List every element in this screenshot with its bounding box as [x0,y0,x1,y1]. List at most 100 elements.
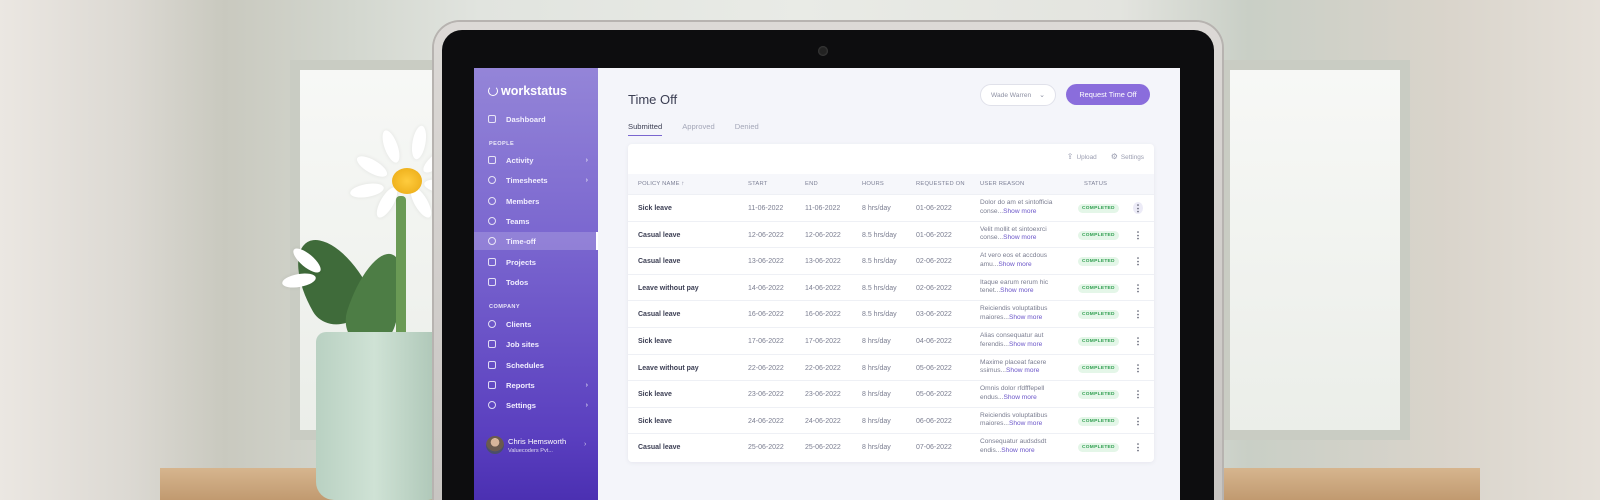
table-row[interactable]: Casual leave 25-06-2022 25-06-2022 8 hrs/da… [628,433,1154,460]
cell-start: 24-06-2022 [748,417,784,425]
column-header-reason[interactable]: USER REASON [980,181,1024,187]
more-options-icon[interactable]: ⋮ [1133,362,1143,374]
show-more-link[interactable]: Show more [1003,208,1036,215]
sidebar-item-label: Clients [506,319,532,329]
sidebar-item-label: Activity [506,155,534,165]
cell-end: 23-06-2022 [805,391,841,399]
cell-policy: Sick leave [638,391,672,399]
cell-start: 11-06-2022 [748,205,784,212]
user-select-value: Wade Warren [991,91,1032,99]
user-name: Chris Hemsworth [508,436,567,446]
brand-logo[interactable]: workstatus [488,84,567,98]
more-options-icon[interactable]: ⋮ [1133,282,1143,294]
tab-denied[interactable]: Denied [735,122,759,136]
sidebar-item-clients[interactable]: Clients [474,315,598,333]
more-options-icon[interactable]: ⋮ [1133,255,1143,267]
cell-hours: 8 hrs/day [862,444,891,452]
sidebar-item-label: Timesheets [506,175,548,185]
sidebar-item-dashboard[interactable]: Dashboard [474,110,598,128]
tab-approved[interactable]: Approved [682,122,715,136]
sidebar-item-schedules[interactable]: Schedules [474,356,598,374]
more-options-icon[interactable]: ⋮ [1133,415,1143,427]
webcam-icon [818,46,828,56]
status-badge: COMPLETED [1078,337,1119,346]
cell-hours: 8 hrs/day [862,417,891,425]
sidebar-item-activity[interactable]: Activity › [474,151,598,169]
status-badge: COMPLETED [1078,257,1119,267]
more-options-icon[interactable]: ⋮ [1133,202,1143,214]
table-row[interactable]: Sick leave 24-06-2022 24-06-2022 8 hrs/day 0… [628,406,1154,434]
cell-reason: Itaque earum rerum hic tenet...Show more [980,279,1070,296]
column-header-status[interactable]: STATUS [1084,181,1107,187]
cell-end: 12-06-2022 [805,231,841,239]
sidebar-item-reports[interactable]: Reports › [474,376,598,394]
sidebar-item-members[interactable]: Members [474,192,598,210]
column-header-policy[interactable]: POLICY NAME ↑ [638,181,685,187]
clock-icon [488,176,496,184]
cell-reason: Velit mollit et sintoexrci conse...Show … [980,226,1070,243]
show-more-link[interactable]: Show more [1003,394,1036,401]
sidebar-item-teams[interactable]: Teams [474,212,598,230]
column-header-start[interactable]: START [748,181,767,187]
show-more-link[interactable]: Show more [998,261,1031,268]
column-header-requested[interactable]: REQUESTED ON [916,181,965,187]
teams-icon [488,217,496,225]
column-header-end[interactable]: END [805,181,818,187]
settings-button[interactable]: ⚙ Settings [1111,152,1144,161]
cell-policy: Leave without pay [638,364,699,372]
current-user[interactable]: Chris Hemsworth Valuecoders Pvt... [486,436,566,454]
cell-hours: 8.5 hrs/day [862,311,897,319]
table-row[interactable]: Casual leave 13-06-2022 13-06-2022 8.5 hrs/… [628,247,1154,274]
cell-policy: Casual leave [638,444,681,452]
avatar [486,436,504,454]
cell-requested-on: 03-06-2022 [916,311,952,319]
status-badge: COMPLETED [1078,310,1119,320]
sidebar-item-job-sites[interactable]: Job sites [474,335,598,353]
cell-policy: Sick leave [638,205,672,212]
table-row[interactable]: Leave without pay 14-06-2022 14-06-2022 8.5… [628,273,1154,301]
cell-reason: Reiciendis voluptatibus maiores...Show m… [980,412,1070,429]
show-more-link[interactable]: Show more [1003,234,1036,241]
sidebar-item-settings[interactable]: Settings › [474,396,598,414]
status-badge: COMPLETED [1078,363,1119,373]
sidebar-item-label: Settings [506,400,536,410]
cell-reason: Maxime placeat facere ssimus...Show more [980,359,1070,376]
table-row[interactable]: Casual leave 16-06-2022 16-06-2022 8.5 hrs/… [628,300,1154,327]
cell-policy: Sick leave [638,417,672,425]
sidebar-item-projects[interactable]: Projects [474,253,598,271]
table-row[interactable]: Casual leave 12-06-2022 12-06-2022 8.5 hrs/… [628,220,1154,248]
more-options-icon[interactable]: ⋮ [1133,308,1143,320]
cell-end: 25-06-2022 [805,444,841,452]
more-options-icon[interactable]: ⋮ [1133,441,1143,453]
column-header-hours[interactable]: HOURS [862,181,884,187]
sidebar-item-time-off[interactable]: Time-off [474,232,598,250]
more-options-icon[interactable]: ⋮ [1133,335,1143,347]
table-row[interactable]: Sick leave 17-06-2022 17-06-2022 8 hrs/day 0… [628,327,1154,354]
sidebar-item-label: Teams [506,216,530,226]
folder-icon [488,258,496,266]
show-more-link[interactable]: Show more [1009,314,1042,321]
cell-reason: Reiciendis voluptatibus maiores...Show m… [980,305,1070,322]
sidebar-item-todos[interactable]: Todos [474,273,598,291]
table-row[interactable]: Sick leave 23-06-2022 23-06-2022 8 hrs/day 0… [628,380,1154,407]
building-icon [488,340,496,348]
upload-button[interactable]: ⇪ Upload [1067,152,1097,161]
request-time-off-button[interactable]: Request Time Off [1066,84,1150,105]
show-more-link[interactable]: Show more [1009,341,1042,348]
show-more-link[interactable]: Show more [1009,420,1042,427]
gear-icon [488,401,496,409]
sidebar-item-label: Dashboard [506,114,546,124]
table-row[interactable]: Leave without pay 22-06-2022 22-06-2022 8 h… [628,353,1154,381]
cell-reason: Consequatur audsdsdt endis...Show more [980,438,1070,455]
show-more-link[interactable]: Show more [1006,367,1039,374]
more-options-icon[interactable]: ⋮ [1133,229,1143,241]
table-row[interactable]: Sick leave 11-06-2022 11-06-2022 8 hrs/day 0… [628,194,1154,221]
tab-submitted[interactable]: Submitted [628,122,663,136]
chevron-right-icon[interactable]: › [584,441,586,448]
user-select[interactable]: Wade Warren ⌄ [980,84,1056,106]
show-more-link[interactable]: Show more [1000,287,1033,294]
table-header: POLICY NAME ↑ START END HOURS REQUESTED … [628,174,1154,194]
more-options-icon[interactable]: ⋮ [1133,388,1143,400]
sidebar-item-timesheets[interactable]: Timesheets › [474,171,598,189]
show-more-link[interactable]: Show more [1001,447,1034,454]
